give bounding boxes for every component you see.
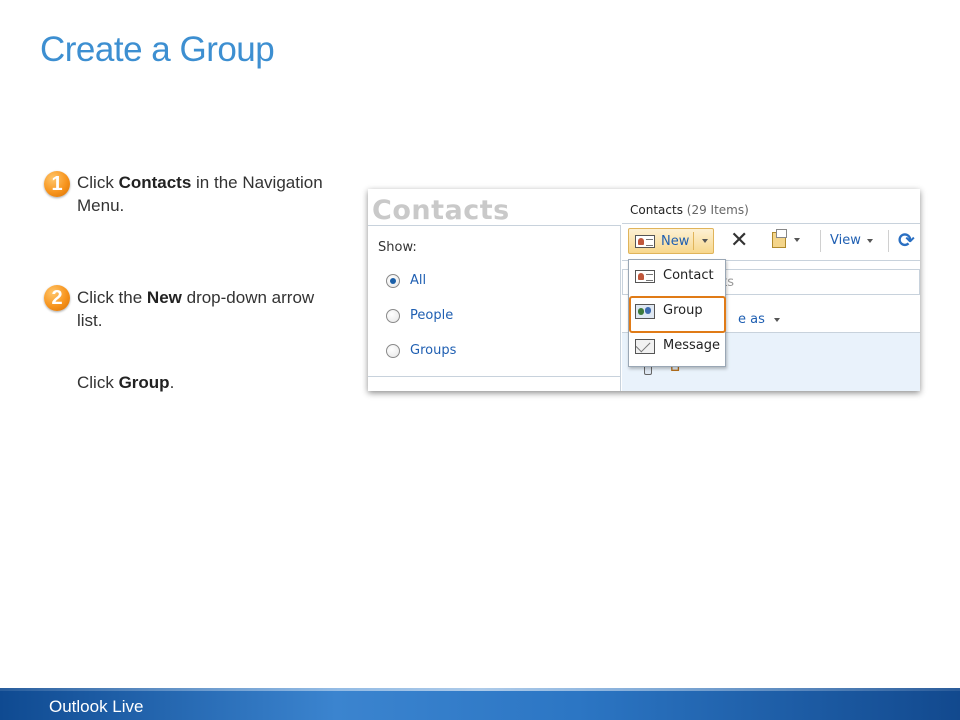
menu-item-message[interactable]: Message <box>629 330 725 364</box>
message-icon <box>635 339 655 354</box>
pane-divider <box>368 376 620 377</box>
menu-item-contact[interactable]: Contact <box>629 260 725 294</box>
menu-item-label: Contact <box>663 268 714 283</box>
step-text-bold: New <box>146 288 182 307</box>
list-title-label: Contacts <box>630 203 683 217</box>
item-count: (29 Items) <box>686 203 749 217</box>
group-highlight-box <box>629 296 726 333</box>
filter-label: All <box>410 273 427 288</box>
show-label: Show: <box>378 240 417 255</box>
step-2-followup-text: Click Group. <box>77 371 327 394</box>
footer-bar: Outlook Live <box>0 688 960 720</box>
step-text-fragment: Click <box>77 373 119 392</box>
contacts-list-title: Contacts (29 Items) <box>630 203 749 217</box>
refresh-icon[interactable]: ⟳ <box>898 228 915 252</box>
contact-card-icon <box>635 270 655 283</box>
contacts-filter-pane: Show: All People Groups <box>368 225 621 391</box>
view-dropdown-arrow-icon[interactable] <box>867 239 873 243</box>
radio-unchecked-icon[interactable] <box>386 308 400 323</box>
step-1-text: Click Contacts in the Navigation Menu. <box>77 171 327 217</box>
step-2-text: Click the New drop-down arrow list. <box>77 286 327 332</box>
new-button-label: New <box>661 234 690 249</box>
move-to-folder-icon[interactable] <box>772 229 787 248</box>
arrange-by-menu[interactable]: e as <box>738 312 765 327</box>
move-dropdown-arrow-icon[interactable] <box>794 238 800 242</box>
contacts-heading: Contacts <box>372 195 510 226</box>
contacts-toolbar: New ✕ View ⟳ <box>622 223 920 261</box>
slide-title: Create a Group <box>40 30 275 69</box>
filter-option-groups[interactable]: Groups <box>386 343 456 358</box>
filter-label: Groups <box>410 343 457 358</box>
radio-checked-icon[interactable] <box>386 273 400 288</box>
step-text-bold: Group <box>118 373 170 392</box>
menu-item-label: Message <box>663 338 720 353</box>
radio-unchecked-icon[interactable] <box>386 343 400 358</box>
step-text-fragment: . <box>169 373 175 392</box>
split-separator <box>693 232 694 250</box>
contact-card-icon <box>635 235 655 248</box>
step-text-bold: Contacts <box>118 173 192 192</box>
step-number-badge: 1 <box>44 171 70 197</box>
filter-option-all[interactable]: All <box>386 273 426 288</box>
filter-option-people[interactable]: People <box>386 308 453 323</box>
new-split-button[interactable]: New <box>628 228 714 254</box>
step-number-badge: 2 <box>44 285 70 311</box>
new-dropdown-arrow-icon[interactable] <box>702 239 708 243</box>
contacts-list-pane: Contacts (29 Items) New ✕ View ⟳ cts e a… <box>622 189 920 391</box>
step-text-fragment: Click the <box>77 288 147 307</box>
view-menu-button[interactable]: View <box>830 233 861 248</box>
arrange-dropdown-arrow-icon[interactable] <box>774 318 780 322</box>
contacts-screenshot: Contacts Show: All People Groups Contact… <box>368 189 920 391</box>
footer-text: Outlook Live <box>49 697 144 716</box>
step-text-fragment: Click <box>77 173 119 192</box>
filter-label: People <box>410 308 454 323</box>
delete-icon[interactable]: ✕ <box>730 228 748 253</box>
toolbar-separator <box>820 230 821 252</box>
toolbar-separator <box>888 230 889 252</box>
